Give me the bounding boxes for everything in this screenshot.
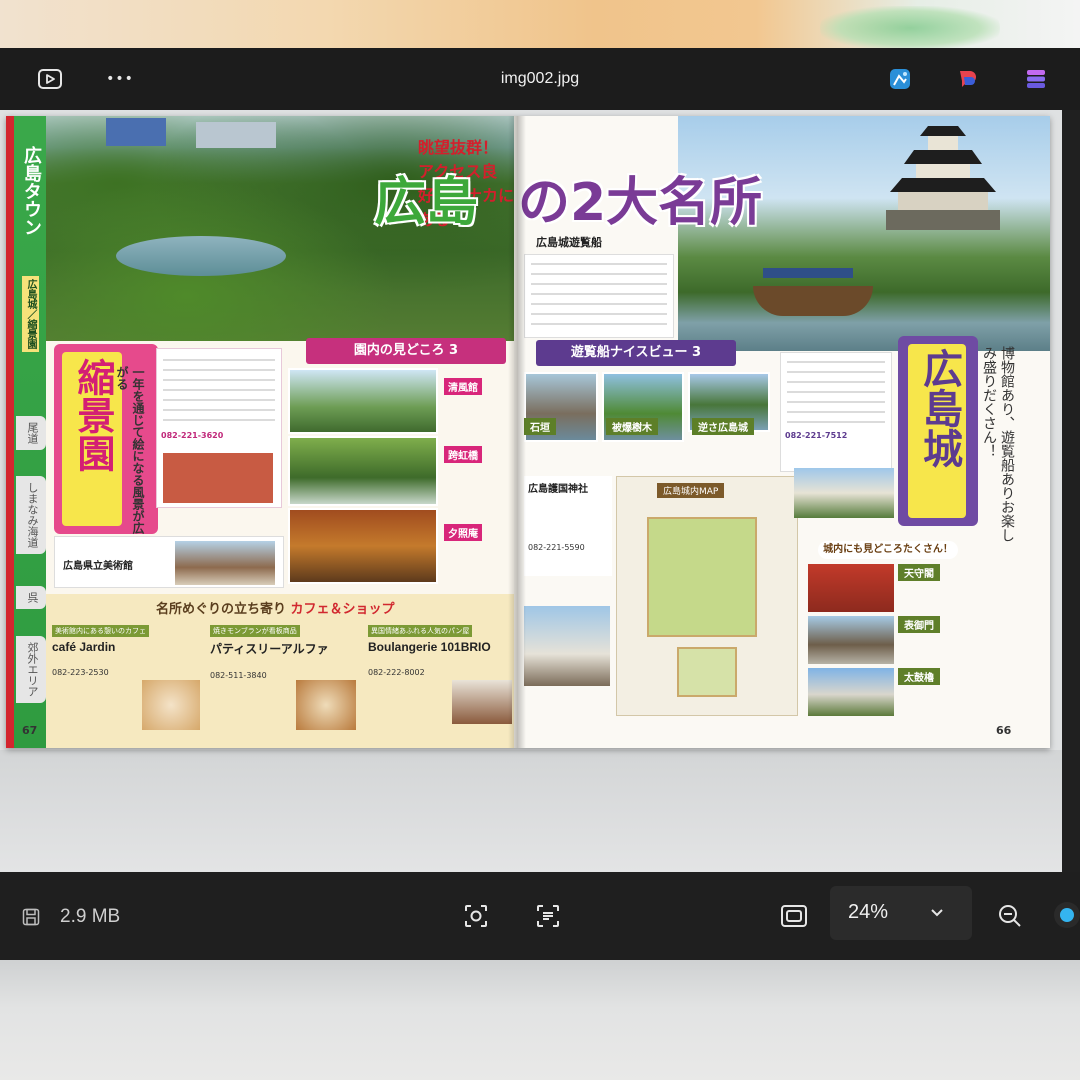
cafe-name: Boulangerie 101BRIO (368, 640, 491, 654)
map-title: 広島城内MAP (657, 483, 725, 498)
side-nav-item: 郊外エリア (16, 636, 46, 703)
cafe-card: 美術館内にある憩いのカフェ café Jardin 082-223-2530 (52, 618, 204, 744)
cafe-tel: 082-222-8002 (368, 668, 425, 677)
designer-button[interactable] (884, 63, 916, 95)
nearby-box: 広島県立美術館 (54, 536, 284, 588)
inner-photo (808, 564, 894, 612)
window-title: img002.jpg (500, 70, 580, 87)
cafe-head: 焼きモンブランが看板商品 (210, 625, 300, 637)
castle-map: 広島城内MAP (616, 476, 798, 716)
cafe-head: 異国情緒あふれる人気のパン屋 (368, 625, 473, 637)
spot-name: 広島城 (916, 348, 962, 468)
title-bar: ••• img002.jpg (0, 48, 1080, 110)
edit-button[interactable] (1020, 63, 1052, 95)
page-number: 66 (996, 724, 1012, 737)
spot-label: 跨虹橋 (444, 446, 482, 463)
section-banner: 園内の見どころ 3 (306, 338, 506, 364)
image-canvas[interactable]: 広島タウン 広島城／縮景園 尾道 しまなみ海道 呉 郊外エリア 眺望抜群！アクセ… (0, 110, 1062, 872)
scan-text-icon (537, 905, 559, 927)
inner-item-label: 表御門 (898, 616, 940, 633)
spot-label: 清風館 (444, 378, 482, 395)
shrine-tel: 082-221-5590 (528, 543, 585, 552)
inner-item-label: 天守閣 (898, 564, 940, 581)
left-page: 広島タウン 広島城／縮景園 尾道 しまなみ海道 呉 郊外エリア 眺望抜群！アクセ… (6, 116, 514, 748)
cafe-section-title: 名所めぐりの立ち寄り カフェ＆ショップ (156, 598, 395, 617)
side-nav-item: 呉 (16, 586, 46, 609)
cafe-tel: 082-223-2530 (52, 668, 109, 677)
zoom-value: 24% (848, 901, 889, 923)
cafe-section: 名所めぐりの立ち寄り カフェ＆ショップ 美術館内にある憩いのカフェ café J… (46, 594, 514, 748)
clipchamp-button[interactable] (952, 63, 984, 95)
view-label: 石垣 (524, 418, 556, 435)
section-banner: 遊覧船ナイスビュー 3 (536, 340, 736, 366)
file-size: 2.9 MB (60, 906, 121, 927)
inner-photo (808, 668, 894, 716)
cafe-card: 異国情緒あふれる人気のパン屋 Boulangerie 101BRIO 082-2… (368, 618, 520, 744)
stack-icon (1027, 70, 1045, 88)
side-title: 広島タウン (21, 146, 42, 236)
chevron-down-icon (931, 909, 943, 917)
photos-app-window: ••• img002.jpg 広島タウン 広島城／縮景園 尾道 しまなみ海道 呉… (0, 48, 1080, 960)
view-label: 逆さ広島城 (692, 418, 754, 435)
zoom-slider-thumb[interactable] (1054, 902, 1080, 928)
zoom-dropdown[interactable]: 24% (830, 886, 972, 940)
cafe-head: 美術館内にある憩いのカフェ (52, 625, 149, 637)
cafe-name: café Jardin (52, 640, 116, 654)
side-tab: 広島タウン 広島城／縮景園 尾道 しまなみ海道 呉 郊外エリア (6, 116, 46, 748)
cafe-name: パティスリーアルファ (210, 642, 329, 656)
designer-icon (890, 69, 910, 89)
cafe-tel: 082-511-3840 (210, 671, 267, 680)
inner-item-label: 太鼓櫓 (898, 668, 940, 685)
spot-catch: 博物館あり、遊覧船ありお楽しみ盛りだくさん！ (981, 346, 1015, 542)
castle-small-photo (794, 468, 894, 518)
spot-photo (288, 436, 438, 506)
headline-green: 広島 (374, 173, 479, 233)
headline-purple: の2大名所 (518, 173, 763, 233)
inner-title: 城内にも見どころたくさん！ (818, 541, 958, 559)
fit-to-window-icon (781, 905, 807, 927)
castle-text: 082-221-7512 (780, 352, 892, 472)
spot-name: 縮景園 (71, 358, 115, 472)
page-number: 67 (22, 724, 38, 737)
book-spread-image: 広島タウン 広島城／縮景園 尾道 しまなみ海道 呉 郊外エリア 眺望抜群！アクセ… (6, 116, 1050, 748)
spot-catch: 一年を通じて絵になる風景が広がる (115, 366, 145, 534)
cafe-section-title-text: 名所めぐりの立ち寄り (156, 602, 287, 617)
save-icon (22, 908, 40, 926)
shrine-box: 広島護国神社 082-221-5590 (524, 476, 612, 576)
visual-search-icon (465, 905, 487, 927)
spot-title-box: 広島城 (898, 336, 978, 526)
right-page: 広島城遊覧船 の2大名所 遊覧船ナイスビュー 3 石垣 被爆樹木 逆さ広島城 広… (518, 116, 1050, 748)
bottom-toolbar: 2.9 MB 24% (0, 872, 1080, 960)
castle-illustration (886, 126, 1000, 230)
inner-photo (808, 616, 894, 664)
photo-backdrop-bottom (0, 960, 1080, 1080)
visual-search-button[interactable] (458, 898, 494, 934)
zoom-out-button[interactable] (992, 898, 1028, 934)
zoom-out-icon (999, 905, 1021, 927)
spot-photo (288, 368, 438, 434)
side-nav-item: 尾道 (16, 416, 46, 450)
spot-photo (288, 508, 438, 584)
tel: 082-221-7512 (785, 431, 848, 440)
boat-heading: 広島城遊覧船 (536, 236, 602, 249)
scan-text-button[interactable] (530, 898, 566, 934)
cafe-card: 焼きモンブランが看板商品 パティスリーアルファ 082-511-3840 (210, 618, 362, 744)
spot-label: 夕照庵 (444, 524, 482, 541)
cafe-section-accent: カフェ＆ショップ (290, 602, 395, 617)
clipchamp-icon (960, 71, 976, 87)
fit-to-window-button[interactable] (776, 898, 812, 934)
view-label: 被爆樹木 (606, 418, 658, 435)
spot-text: 082-221-3620 (156, 348, 282, 508)
boat-text (524, 254, 674, 338)
nearby-label: 広島県立美術館 (63, 561, 133, 572)
shrine-photo (524, 606, 610, 686)
shrine-label: 広島護国神社 (528, 484, 588, 495)
tel: 082-221-3620 (161, 431, 224, 440)
side-nav-item: しまなみ海道 (16, 476, 46, 554)
side-subtitle: 広島城／縮景園 (22, 276, 39, 352)
